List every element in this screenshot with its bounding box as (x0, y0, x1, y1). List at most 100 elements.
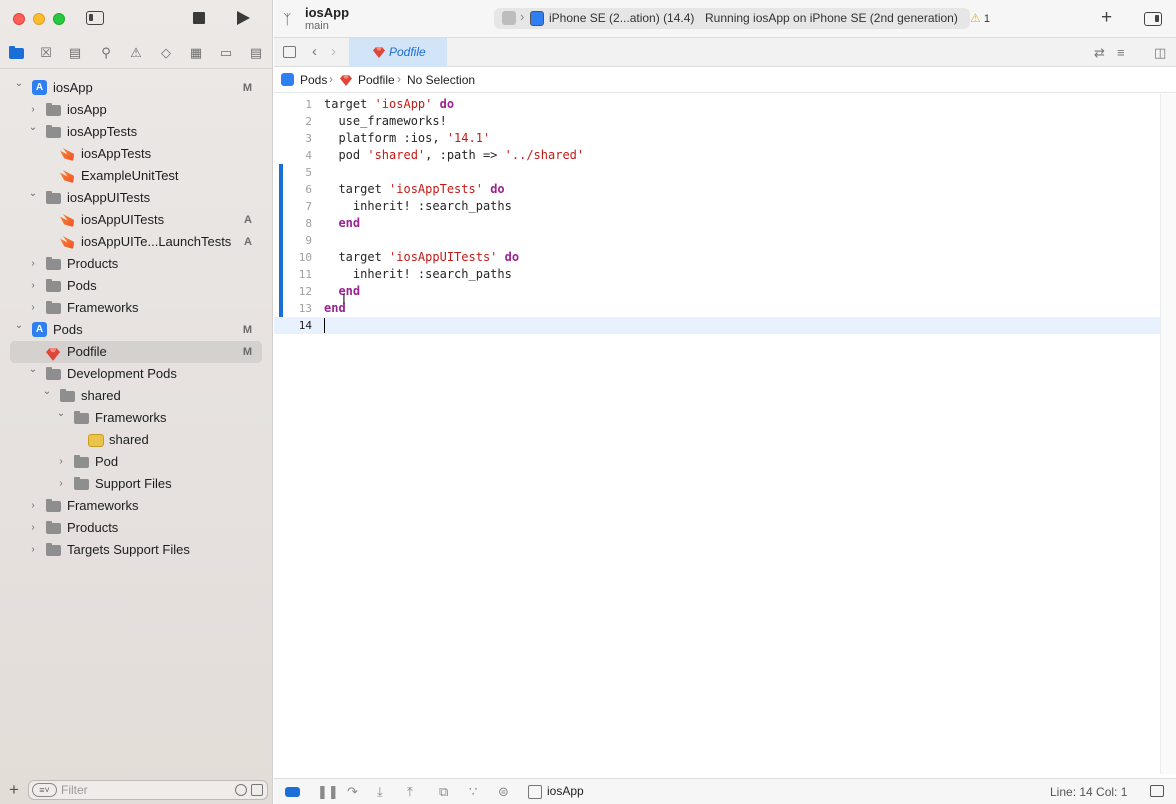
tree-row[interactable]: shared (10, 429, 262, 451)
project-name[interactable]: iosApp (305, 5, 349, 20)
tree-row[interactable]: › Products (10, 517, 262, 539)
run-destination[interactable]: iPhone SE (2...ation) (14.4) (549, 11, 694, 25)
environment-overrides-icon[interactable]: ⊜ (498, 785, 509, 799)
chevron-down-icon[interactable]: ⌄ (28, 365, 38, 375)
filter-input[interactable]: ≡˅ Filter (28, 780, 268, 800)
step-out-icon[interactable]: ⤒ (407, 785, 413, 799)
chevron-down-icon[interactable]: ⌄ (28, 189, 38, 199)
tree-row[interactable]: ⌄ iosAppUITests (10, 187, 262, 209)
code-line[interactable]: 9 (274, 232, 1160, 249)
project-navigator-icon[interactable] (8, 45, 24, 61)
related-items-icon[interactable] (283, 46, 296, 58)
filter-options-icon[interactable]: ≡˅ (32, 783, 57, 797)
sidebar-toggle-icon[interactable] (86, 11, 104, 25)
code-line[interactable]: 11 inherit! :search_paths (274, 266, 1160, 283)
tree-row[interactable]: › Frameworks (10, 495, 262, 517)
pause-icon[interactable]: ❚❚ (317, 785, 339, 799)
tree-row[interactable]: › Frameworks (10, 297, 262, 319)
branch-name[interactable]: main (305, 20, 329, 32)
tree-row[interactable]: iosAppTests (10, 143, 262, 165)
chevron-down-icon[interactable]: ⌄ (28, 123, 38, 133)
chevron-down-icon[interactable]: ⌄ (14, 321, 24, 331)
scheme-icon[interactable] (502, 11, 516, 25)
tree-row[interactable]: ExampleUnitTest (10, 165, 262, 187)
chevron-right-icon[interactable]: › (28, 105, 38, 115)
tree-row[interactable]: ⌄ A Pods M (10, 319, 262, 341)
source-control-filter-icon[interactable] (251, 784, 263, 796)
tree-row[interactable]: › Pods (10, 275, 262, 297)
breadcrumb-pods[interactable]: Pods (300, 73, 327, 87)
report-navigator-icon[interactable]: ▤ (248, 45, 264, 61)
code-line[interactable]: 3 platform :ios, '14.1' (274, 130, 1160, 147)
code-line[interactable]: 14 (274, 317, 1160, 334)
chevron-right-icon[interactable]: › (28, 545, 38, 555)
debug-target[interactable]: iosApp (547, 784, 584, 798)
chevron-right-icon[interactable]: › (331, 43, 336, 60)
chevron-left-icon[interactable]: ‹ (312, 43, 317, 60)
device-icon[interactable] (530, 11, 544, 26)
chevron-right-icon[interactable]: › (28, 523, 38, 533)
code-line[interactable]: 10 target 'iosAppUITests' do (274, 249, 1160, 266)
tree-row[interactable]: Podfile M (10, 341, 262, 363)
chevron-right-icon[interactable]: › (56, 457, 66, 467)
code-line[interactable]: 6 target 'iosAppTests' do (274, 181, 1160, 198)
tree-row[interactable]: ⌄ Development Pods (10, 363, 262, 385)
tree-row[interactable]: ⌄ iosAppTests (10, 121, 262, 143)
code-line[interactable]: 13 end (274, 300, 1160, 317)
tab-podfile[interactable]: Podfile (349, 38, 447, 67)
add-editor-icon[interactable]: ◫ (1154, 45, 1166, 61)
source-control-icon[interactable]: ☒ (38, 45, 54, 61)
step-into-icon[interactable]: ⤓ (377, 785, 383, 799)
code-line[interactable]: 8 end (274, 215, 1160, 232)
chevron-right-icon[interactable]: › (28, 501, 38, 511)
chevron-right-icon[interactable]: › (56, 479, 66, 489)
debug-navigator-icon[interactable]: ▦ (188, 45, 204, 61)
editor-options-icon[interactable]: ≡ (1117, 45, 1125, 60)
library-plus-icon[interactable]: + (1101, 8, 1112, 28)
code-line[interactable]: 4 pod 'shared', :path => '../shared' (274, 147, 1160, 164)
tree-row[interactable]: › Pod (10, 451, 262, 473)
warnings-indicator[interactable]: ⚠ 1 (970, 11, 990, 25)
chevron-down-icon[interactable]: ⌄ (42, 387, 52, 397)
vertical-scrollbar[interactable] (1160, 94, 1176, 774)
console-panel-icon[interactable] (1150, 785, 1164, 797)
add-file-icon[interactable]: + (9, 781, 19, 799)
tree-row[interactable]: ⌄ AiosApp M (10, 77, 262, 99)
tree-row[interactable]: › Targets Support Files (10, 539, 262, 561)
memory-graph-icon[interactable]: ∵ (469, 785, 477, 799)
tree-row[interactable]: › iosApp (10, 99, 262, 121)
symbol-navigator-icon[interactable]: ▤ (67, 45, 83, 61)
swap-icon[interactable]: ⇄ (1094, 45, 1105, 61)
breakpoint-navigator-icon[interactable]: ▭ (218, 45, 234, 61)
code-line[interactable]: 2 use_frameworks! (274, 113, 1160, 130)
step-over-icon[interactable]: ↷ (347, 785, 358, 799)
zoom-window-button[interactable] (53, 13, 65, 25)
issue-navigator-icon[interactable]: ⚠ (128, 45, 144, 61)
chevron-right-icon[interactable]: › (28, 303, 38, 313)
tree-row[interactable]: iosAppUITe...LaunchTests A (10, 231, 262, 253)
code-line[interactable]: 1 target 'iosApp' do (274, 96, 1160, 113)
code-line[interactable]: 5 (274, 164, 1160, 181)
minimize-window-button[interactable] (33, 13, 45, 25)
find-navigator-icon[interactable]: ⚲ (98, 45, 114, 61)
tree-row[interactable]: ⌄ Frameworks (10, 407, 262, 429)
view-hierarchy-icon[interactable]: ⧉ (439, 785, 448, 799)
test-navigator-icon[interactable]: ◇ (158, 45, 174, 61)
code-line[interactable]: 7 inherit! :search_paths (274, 198, 1160, 215)
tree-row[interactable]: › Support Files (10, 473, 262, 495)
code-line[interactable]: 12 end (274, 283, 1160, 300)
inspector-toggle-icon[interactable] (1144, 12, 1162, 26)
breadcrumb-selection[interactable]: No Selection (407, 73, 475, 87)
recent-files-icon[interactable] (235, 784, 247, 796)
source-editor[interactable]: 1 target 'iosApp' do 2 use_frameworks! 3 pl… (274, 94, 1176, 774)
chevron-right-icon[interactable]: › (28, 259, 38, 269)
chevron-down-icon[interactable]: ⌄ (56, 409, 66, 419)
stop-icon[interactable] (193, 12, 205, 24)
breadcrumb-podfile[interactable]: Podfile (358, 73, 395, 87)
close-window-button[interactable] (13, 13, 25, 25)
chevron-right-icon[interactable]: › (28, 281, 38, 291)
run-icon[interactable] (237, 11, 250, 25)
chevron-down-icon[interactable]: ⌄ (14, 79, 24, 89)
tree-row[interactable]: › Products (10, 253, 262, 275)
debug-area-toggle-icon[interactable] (285, 787, 300, 797)
